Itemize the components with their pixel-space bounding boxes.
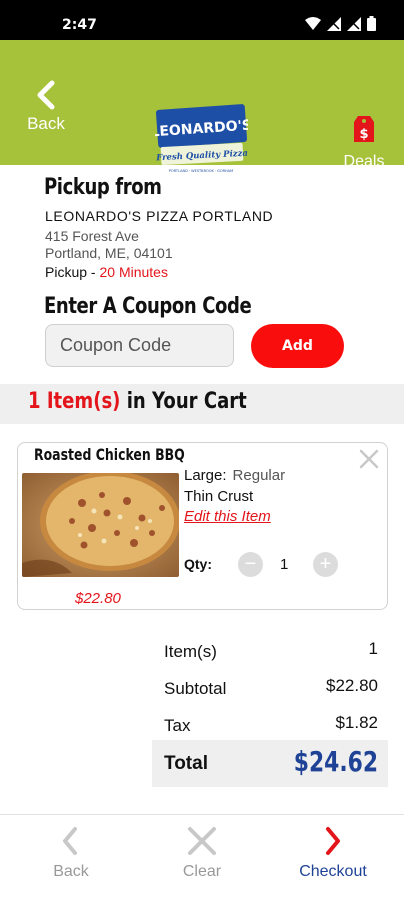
leonardos-logo: LEONARDO'S Fresh Quality Pizza PORTLAND … <box>150 103 252 175</box>
item-price: $22.80 <box>75 590 121 607</box>
header-back-button[interactable]: Back <box>20 80 72 140</box>
nav-checkout-button[interactable]: Checkout <box>266 815 400 900</box>
qty-label: Qty: <box>184 556 212 572</box>
pickup-eta: 20 Minutes <box>99 264 168 280</box>
item-size-label: Large: <box>184 467 227 484</box>
pickup-time: Pickup - 20 Minutes <box>45 264 168 280</box>
nav-back-button[interactable]: Back <box>4 815 138 900</box>
summary-tax-row: Tax $1.82 <box>164 713 378 736</box>
chevron-left-icon <box>63 827 77 855</box>
summary-subtotal-value: $22.80 <box>326 676 378 695</box>
summary-items-value: 1 <box>368 639 378 658</box>
nav-clear-label: Clear <box>182 863 222 880</box>
qty-increase-button[interactable]: + <box>313 552 338 577</box>
summary-subtotal-label: Subtotal <box>164 679 227 698</box>
total-value: $24.62 <box>293 745 378 778</box>
nav-back-label: Back <box>53 863 89 880</box>
header-back-label: Back <box>27 114 65 133</box>
summary-total-row: Total $24.62 <box>152 740 388 787</box>
summary-tax-label: Tax <box>164 716 191 735</box>
item-size: Large: Regular <box>184 467 285 484</box>
item-size-value: Regular <box>232 467 286 484</box>
summary-items-row: Item(s) 1 <box>164 639 378 662</box>
item-pizza-image <box>22 473 179 577</box>
status-bar: 2:47 <box>0 0 404 40</box>
app-header: Back LEONARDO'S Fresh Quality Pizza PORT… <box>0 40 404 173</box>
cart-heading: 1 Item(s) in Your Cart <box>28 389 247 414</box>
status-time: 2:47 <box>62 17 97 33</box>
signal-icon-secondary <box>347 16 361 31</box>
svg-text:$: $ <box>359 127 368 142</box>
edit-item-link[interactable]: Edit this Item <box>184 508 271 525</box>
nav-checkout-label: Checkout <box>299 863 367 880</box>
pickup-separator: - <box>87 264 100 280</box>
store-address-line1: 415 Forest Ave <box>45 228 139 244</box>
logo-subtagline: PORTLAND · WESTBROOK · GORHAM <box>169 169 233 173</box>
status-icons <box>305 16 376 31</box>
close-icon <box>188 827 216 855</box>
chevron-right-icon <box>326 827 340 855</box>
wifi-icon <box>305 16 321 30</box>
coupon-code-input[interactable] <box>45 324 234 367</box>
pickup-method: Pickup <box>45 264 88 280</box>
pickup-title: Pickup from <box>44 175 162 200</box>
summary-items-label: Item(s) <box>164 642 217 661</box>
qty-value: 1 <box>280 556 289 573</box>
coupon-title: Enter A Coupon Code <box>44 294 252 319</box>
deals-label: Deals <box>343 153 385 170</box>
deals-button[interactable]: $ Deals <box>338 112 390 171</box>
signal-icon <box>327 16 341 31</box>
summary-tax-value: $1.82 <box>335 713 378 732</box>
store-address-line2: Portland, ME, 04101 <box>45 245 173 261</box>
add-coupon-button[interactable]: Add <box>251 324 344 368</box>
cart-item-card: Roasted Chicken BBQ Large: Regular Thin … <box>17 442 388 610</box>
item-name: Roasted Chicken BBQ <box>34 445 185 464</box>
price-tag-icon: $ <box>354 116 374 142</box>
qty-decrease-button[interactable]: − <box>238 552 263 577</box>
remove-item-icon[interactable] <box>357 447 381 471</box>
cart-heading-suffix: in Your Cart <box>120 389 247 414</box>
back-arrow-icon <box>37 80 55 110</box>
total-label: Total <box>164 753 208 774</box>
item-crust: Thin Crust <box>184 488 254 505</box>
summary-subtotal-row: Subtotal $22.80 <box>164 676 378 699</box>
cart-item-count: 1 Item(s) <box>28 389 121 414</box>
nav-clear-button[interactable]: Clear <box>135 815 269 900</box>
battery-icon <box>367 16 376 31</box>
bottom-navigation: Back Clear Checkout <box>0 814 404 900</box>
store-name: LEONARDO'S PIZZA PORTLAND <box>45 208 274 224</box>
